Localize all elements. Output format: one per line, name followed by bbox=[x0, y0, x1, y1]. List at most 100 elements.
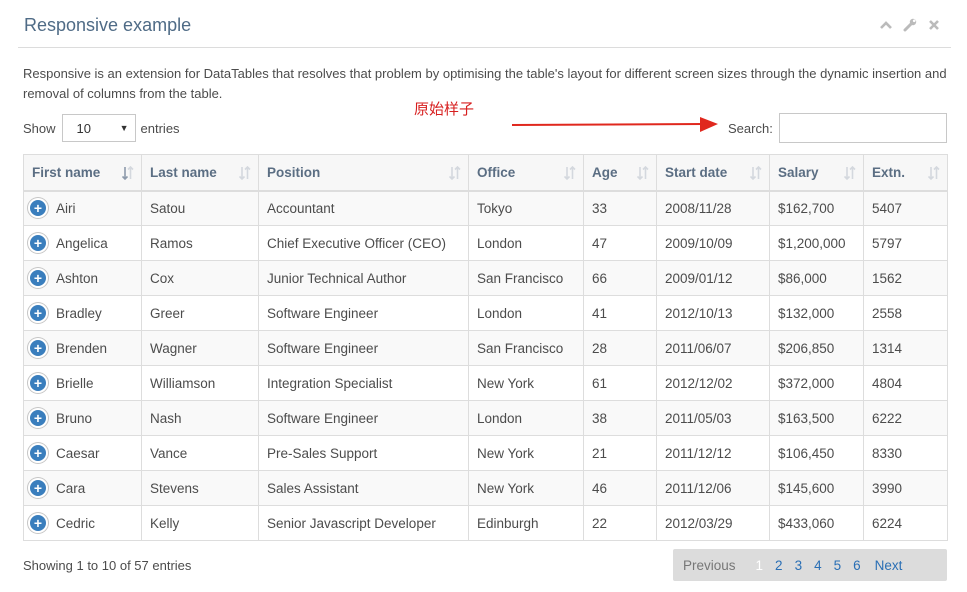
column-header[interactable]: Office bbox=[468, 154, 584, 192]
table-cell: 5407 bbox=[863, 190, 948, 226]
table-cell: $86,000 bbox=[769, 260, 864, 296]
cell-text: Bradley bbox=[56, 305, 102, 321]
table-cell: New York bbox=[468, 435, 584, 471]
cell-text: Brielle bbox=[56, 375, 94, 391]
table-row[interactable]: + Brenden Wagner Software Engineer San Franc… bbox=[23, 330, 948, 366]
page-link[interactable]: 4 bbox=[808, 558, 828, 573]
page-length-select[interactable]: 10 ▼ bbox=[61, 114, 136, 142]
table-cell: London bbox=[468, 225, 584, 261]
table-cell: 21 bbox=[583, 435, 657, 471]
table-row[interactable]: + Ashton Cox Junior Technical Author San Fra… bbox=[23, 260, 948, 296]
sort-both-icon bbox=[844, 166, 856, 180]
search-area: Search: bbox=[728, 113, 947, 143]
table-cell: Greer bbox=[141, 295, 259, 331]
table-cell: Ramos bbox=[141, 225, 259, 261]
dropdown-caret-icon: ▼ bbox=[119, 123, 129, 133]
cell-text: Cedric bbox=[56, 515, 96, 531]
page-length-value: 10 bbox=[76, 120, 91, 136]
expand-row-icon[interactable]: + bbox=[30, 445, 46, 461]
annotation-arrow-icon bbox=[512, 117, 718, 132]
table-cell: $106,450 bbox=[769, 435, 864, 471]
sort-both-icon bbox=[637, 166, 649, 180]
table-cell: 2012/03/29 bbox=[656, 505, 770, 541]
table-row[interactable]: + Cedric Kelly Senior Javascript Developer E… bbox=[23, 505, 948, 541]
description-text: Responsive is an extension for DataTable… bbox=[23, 66, 947, 101]
column-header[interactable]: Position bbox=[258, 154, 469, 192]
table-cell: San Francisco bbox=[468, 260, 584, 296]
table-row[interactable]: + Bruno Nash Software Engineer London 38 2011/… bbox=[23, 400, 948, 436]
wrench-icon[interactable] bbox=[903, 18, 917, 32]
table-cell: Senior Javascript Developer bbox=[258, 505, 469, 541]
table-cell: $372,000 bbox=[769, 365, 864, 401]
expand-row-icon[interactable]: + bbox=[30, 375, 46, 391]
table-cell: Accountant bbox=[258, 190, 469, 226]
column-header-label: First name bbox=[32, 164, 101, 180]
table-row[interactable]: + Cara Stevens Sales Assistant New York 46 201… bbox=[23, 470, 948, 506]
table-cell: $1,200,000 bbox=[769, 225, 864, 261]
widget-toolbar bbox=[879, 18, 941, 32]
expand-row-icon[interactable]: + bbox=[30, 305, 46, 321]
column-header[interactable]: Last name bbox=[141, 154, 259, 192]
sort-both-icon bbox=[449, 166, 461, 180]
page-link[interactable]: 6 bbox=[847, 558, 867, 573]
expand-row-icon[interactable]: + bbox=[30, 340, 46, 356]
column-header-label: Office bbox=[477, 164, 516, 180]
table-cell: $132,000 bbox=[769, 295, 864, 331]
table-cell: 2011/06/07 bbox=[656, 330, 770, 366]
page-link[interactable]: 2 bbox=[769, 558, 789, 573]
expand-row-icon[interactable]: + bbox=[30, 200, 46, 217]
table-cell: Tokyo bbox=[468, 190, 584, 226]
table-cell: Junior Technical Author bbox=[258, 260, 469, 296]
table-cell: New York bbox=[468, 365, 584, 401]
search-input[interactable] bbox=[778, 113, 947, 143]
length-menu: Show 10 ▼ entries bbox=[23, 114, 180, 142]
table-row[interactable]: + Caesar Vance Pre-Sales Support New York 21 2… bbox=[23, 435, 948, 471]
table-cell: 38 bbox=[583, 400, 657, 436]
first-cell-content: + Bradley bbox=[25, 305, 141, 321]
column-header[interactable]: First name bbox=[23, 154, 142, 192]
table-row[interactable]: + Brielle Williamson Integration Specialist… bbox=[23, 365, 948, 401]
table-cell: + Cedric bbox=[23, 505, 142, 541]
page-link[interactable]: 5 bbox=[828, 558, 848, 573]
table-row[interactable]: + Bradley Greer Software Engineer London 41 20… bbox=[23, 295, 948, 331]
table-cell: 2012/12/02 bbox=[656, 365, 770, 401]
next-button[interactable]: Next bbox=[867, 558, 909, 573]
first-cell-content: + Angelica bbox=[25, 235, 141, 251]
table-cell: Integration Specialist bbox=[258, 365, 469, 401]
table-cell: Software Engineer bbox=[258, 295, 469, 331]
column-header[interactable]: Start date bbox=[656, 154, 770, 192]
table-cell: $145,600 bbox=[769, 470, 864, 506]
table-row[interactable]: + Airi Satou Accountant Tokyo 33 2008/11/28 $16… bbox=[23, 190, 948, 226]
column-header[interactable]: Salary bbox=[769, 154, 864, 192]
table-cell: + Cara bbox=[23, 470, 142, 506]
table-cell: Nash bbox=[141, 400, 259, 436]
column-header[interactable]: Extn. bbox=[863, 154, 948, 192]
cell-text: Brenden bbox=[56, 340, 108, 356]
search-label: Search: bbox=[728, 120, 773, 136]
chevron-up-icon[interactable] bbox=[879, 18, 893, 32]
table-cell: 2009/10/09 bbox=[656, 225, 770, 261]
table-cell: 6222 bbox=[863, 400, 948, 436]
table-cell: + Bruno bbox=[23, 400, 142, 436]
table-cell: 1562 bbox=[863, 260, 948, 296]
table-cell: 1314 bbox=[863, 330, 948, 366]
table-row[interactable]: + Angelica Ramos Chief Executive Officer (C… bbox=[23, 225, 948, 261]
expand-row-icon[interactable]: + bbox=[30, 270, 46, 286]
column-header-label: Position bbox=[267, 164, 321, 180]
page-link[interactable]: 3 bbox=[789, 558, 809, 573]
column-header[interactable]: Age bbox=[583, 154, 657, 192]
expand-row-icon[interactable]: + bbox=[30, 235, 46, 251]
table-cell: 33 bbox=[583, 190, 657, 226]
expand-row-icon[interactable]: + bbox=[30, 480, 46, 496]
expand-row-icon[interactable]: + bbox=[30, 410, 46, 426]
table-cell: 2558 bbox=[863, 295, 948, 331]
close-icon[interactable] bbox=[927, 18, 941, 32]
previous-button[interactable]: Previous bbox=[673, 558, 750, 573]
sort-both-icon bbox=[239, 166, 251, 180]
table-cell: 61 bbox=[583, 365, 657, 401]
expand-row-icon[interactable]: + bbox=[30, 515, 46, 531]
table-cell: Cox bbox=[141, 260, 259, 296]
page-link[interactable]: 1 bbox=[750, 558, 770, 573]
column-header-label: Last name bbox=[150, 164, 217, 180]
cell-text: Ashton bbox=[56, 270, 99, 286]
